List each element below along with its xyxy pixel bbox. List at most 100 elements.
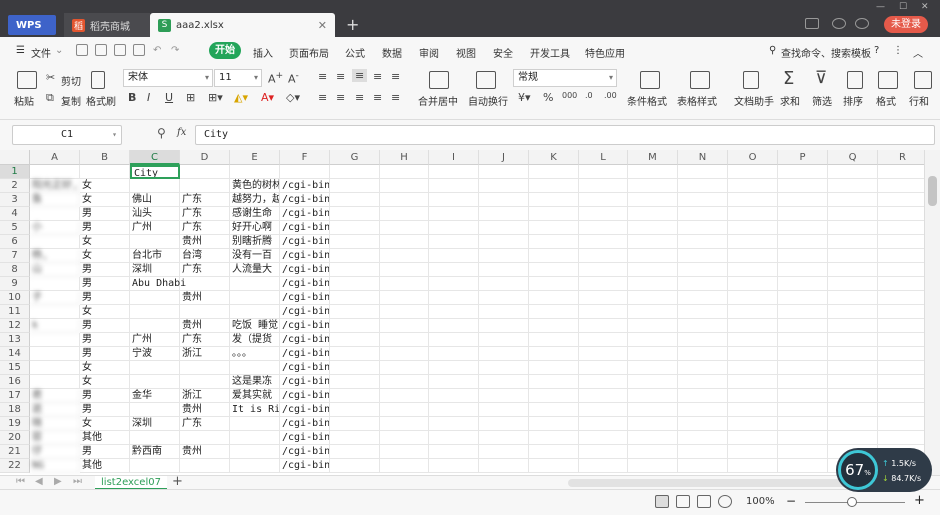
- cell-K16[interactable]: [529, 375, 579, 389]
- cell-P6[interactable]: [778, 235, 828, 249]
- cell-K3[interactable]: [529, 193, 579, 207]
- doc-helper-icon[interactable]: [743, 71, 759, 89]
- cell-F3[interactable]: /cgi-bin/None: [280, 193, 330, 207]
- format-painter-icon[interactable]: [91, 71, 105, 89]
- cell-H17[interactable]: [380, 389, 429, 403]
- cell-O17[interactable]: [728, 389, 778, 403]
- cell-G14[interactable]: [330, 347, 380, 361]
- file-menu-chevron-icon[interactable]: ⌄: [55, 45, 63, 56]
- row-header-6[interactable]: 6: [0, 235, 30, 249]
- cell-M12[interactable]: [628, 319, 678, 333]
- cell-A16[interactable]: [30, 375, 80, 389]
- cell-L4[interactable]: [579, 207, 628, 221]
- column-header-C[interactable]: C: [130, 150, 180, 165]
- cell-I4[interactable]: [429, 207, 479, 221]
- cell-P1[interactable]: [778, 165, 828, 179]
- cell-K15[interactable]: [529, 361, 579, 375]
- row-header-19[interactable]: 19: [0, 417, 30, 431]
- sort-icon[interactable]: [847, 71, 863, 89]
- cell-D4[interactable]: 广东: [180, 207, 230, 221]
- cell-B10[interactable]: 男: [80, 291, 130, 305]
- cell-D7[interactable]: 台湾: [180, 249, 230, 263]
- merge-center-icon[interactable]: [429, 71, 449, 89]
- cell-J13[interactable]: [479, 333, 529, 347]
- tab-start[interactable]: 开始: [209, 42, 241, 59]
- copy-icon[interactable]: ⧉: [46, 91, 54, 105]
- zoom-in-icon[interactable]: +: [914, 493, 925, 508]
- name-box[interactable]: C1 ▾: [12, 125, 122, 145]
- cell-C21[interactable]: 黔西南: [130, 445, 180, 459]
- cell-K20[interactable]: [529, 431, 579, 445]
- cell-K17[interactable]: [529, 389, 579, 403]
- cell-N17[interactable]: [678, 389, 728, 403]
- cell-O12[interactable]: [728, 319, 778, 333]
- cell-Q10[interactable]: [828, 291, 878, 305]
- align-middle-icon[interactable]: ≡: [336, 70, 345, 83]
- cell-P20[interactable]: [778, 431, 828, 445]
- cell-K12[interactable]: [529, 319, 579, 333]
- zoom-out-icon[interactable]: −: [786, 494, 796, 508]
- maximize-icon[interactable]: ☐: [899, 2, 907, 12]
- cell-I10[interactable]: [429, 291, 479, 305]
- cell-K6[interactable]: [529, 235, 579, 249]
- cell-Q13[interactable]: [828, 333, 878, 347]
- cell-Q8[interactable]: [828, 263, 878, 277]
- cell-I17[interactable]: [429, 389, 479, 403]
- cell-C18[interactable]: [130, 403, 180, 417]
- minimize-icon[interactable]: —: [876, 2, 885, 12]
- cell-C5[interactable]: 广州: [130, 221, 180, 235]
- strikethrough-icon[interactable]: ⊞: [186, 91, 195, 104]
- cell-E21[interactable]: [230, 445, 280, 459]
- cell-H7[interactable]: [380, 249, 429, 263]
- cell-D19[interactable]: 广东: [180, 417, 230, 431]
- cell-P16[interactable]: [778, 375, 828, 389]
- cell-D6[interactable]: 贵州: [180, 235, 230, 249]
- cell-K7[interactable]: [529, 249, 579, 263]
- cell-N19[interactable]: [678, 417, 728, 431]
- cell-G4[interactable]: [330, 207, 380, 221]
- cell-E20[interactable]: [230, 431, 280, 445]
- cell-O8[interactable]: [728, 263, 778, 277]
- cut-icon[interactable]: ✂: [46, 71, 55, 84]
- cell-I15[interactable]: [429, 361, 479, 375]
- cell-N16[interactable]: [678, 375, 728, 389]
- cell-B14[interactable]: 男: [80, 347, 130, 361]
- cell-G15[interactable]: [330, 361, 380, 375]
- cell-H14[interactable]: [380, 347, 429, 361]
- cell-E9[interactable]: [230, 277, 280, 291]
- page-layout-view-icon[interactable]: [697, 495, 711, 508]
- cell-P18[interactable]: [778, 403, 828, 417]
- cell-L13[interactable]: [579, 333, 628, 347]
- cell-D5[interactable]: 广东: [180, 221, 230, 235]
- column-header-E[interactable]: E: [230, 150, 280, 165]
- cell-I20[interactable]: [429, 431, 479, 445]
- filter-icon[interactable]: ⊽: [815, 68, 827, 88]
- cell-L7[interactable]: [579, 249, 628, 263]
- first-sheet-icon[interactable]: ⏮: [16, 476, 25, 487]
- cell-I14[interactable]: [429, 347, 479, 361]
- cell-H3[interactable]: [380, 193, 429, 207]
- cell-O9[interactable]: [728, 277, 778, 291]
- cell-L3[interactable]: [579, 193, 628, 207]
- cell-Q11[interactable]: [828, 305, 878, 319]
- cell-R16[interactable]: [878, 375, 924, 389]
- cell-I9[interactable]: [429, 277, 479, 291]
- paste-icon[interactable]: [17, 71, 37, 89]
- cut-button[interactable]: 剪切: [61, 73, 81, 88]
- cell-N7[interactable]: [678, 249, 728, 263]
- cell-G8[interactable]: [330, 263, 380, 277]
- row-header-18[interactable]: 18: [0, 403, 30, 417]
- cell-M18[interactable]: [628, 403, 678, 417]
- hamburger-icon[interactable]: ☰: [16, 45, 25, 56]
- cell-J2[interactable]: [479, 179, 529, 193]
- cell-J19[interactable]: [479, 417, 529, 431]
- cell-F8[interactable]: /cgi-bin/None: [280, 263, 330, 277]
- column-header-L[interactable]: L: [579, 150, 628, 165]
- cell-K2[interactable]: [529, 179, 579, 193]
- cell-E5[interactable]: 好开心啊: [230, 221, 280, 235]
- cell-B8[interactable]: 男: [80, 263, 130, 277]
- cell-G19[interactable]: [330, 417, 380, 431]
- cell-B1[interactable]: [80, 165, 130, 179]
- cell-P8[interactable]: [778, 263, 828, 277]
- cell-B9[interactable]: 男: [80, 277, 130, 291]
